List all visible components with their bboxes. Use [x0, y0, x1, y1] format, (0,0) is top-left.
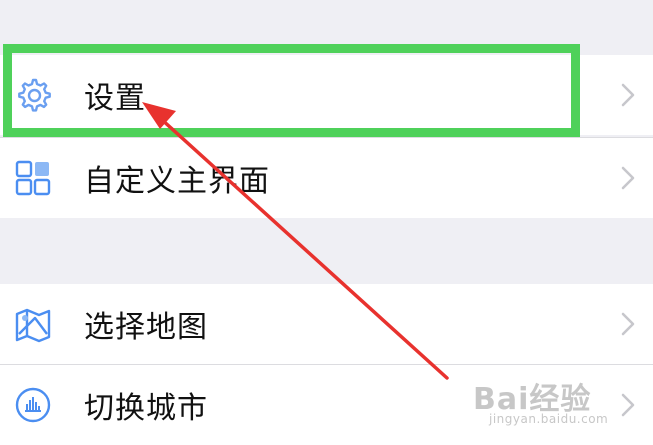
chevron-right-icon — [621, 83, 635, 107]
chevron-right-icon — [621, 312, 635, 336]
section-spacer — [0, 218, 653, 284]
gear-icon — [12, 74, 54, 116]
section-spacer-top — [0, 0, 653, 55]
watermark-url: jingyan.baidu.com — [489, 412, 609, 426]
settings-row[interactable]: 设置 — [0, 55, 653, 135]
choose-map-row[interactable]: 选择地图 — [0, 284, 653, 364]
customize-home-label: 自定义主界面 — [84, 164, 270, 199]
chevron-right-icon — [621, 166, 635, 190]
city-icon — [12, 384, 54, 426]
switch-city-label: 切换城市 — [84, 391, 208, 426]
map-icon — [12, 303, 54, 345]
grid-icon — [12, 157, 54, 199]
settings-label: 设置 — [84, 81, 146, 116]
customize-home-row[interactable]: 自定义主界面 — [0, 138, 653, 218]
choose-map-label: 选择地图 — [84, 310, 208, 345]
watermark: Bai经验 jingyan.baidu.com — [469, 374, 639, 432]
